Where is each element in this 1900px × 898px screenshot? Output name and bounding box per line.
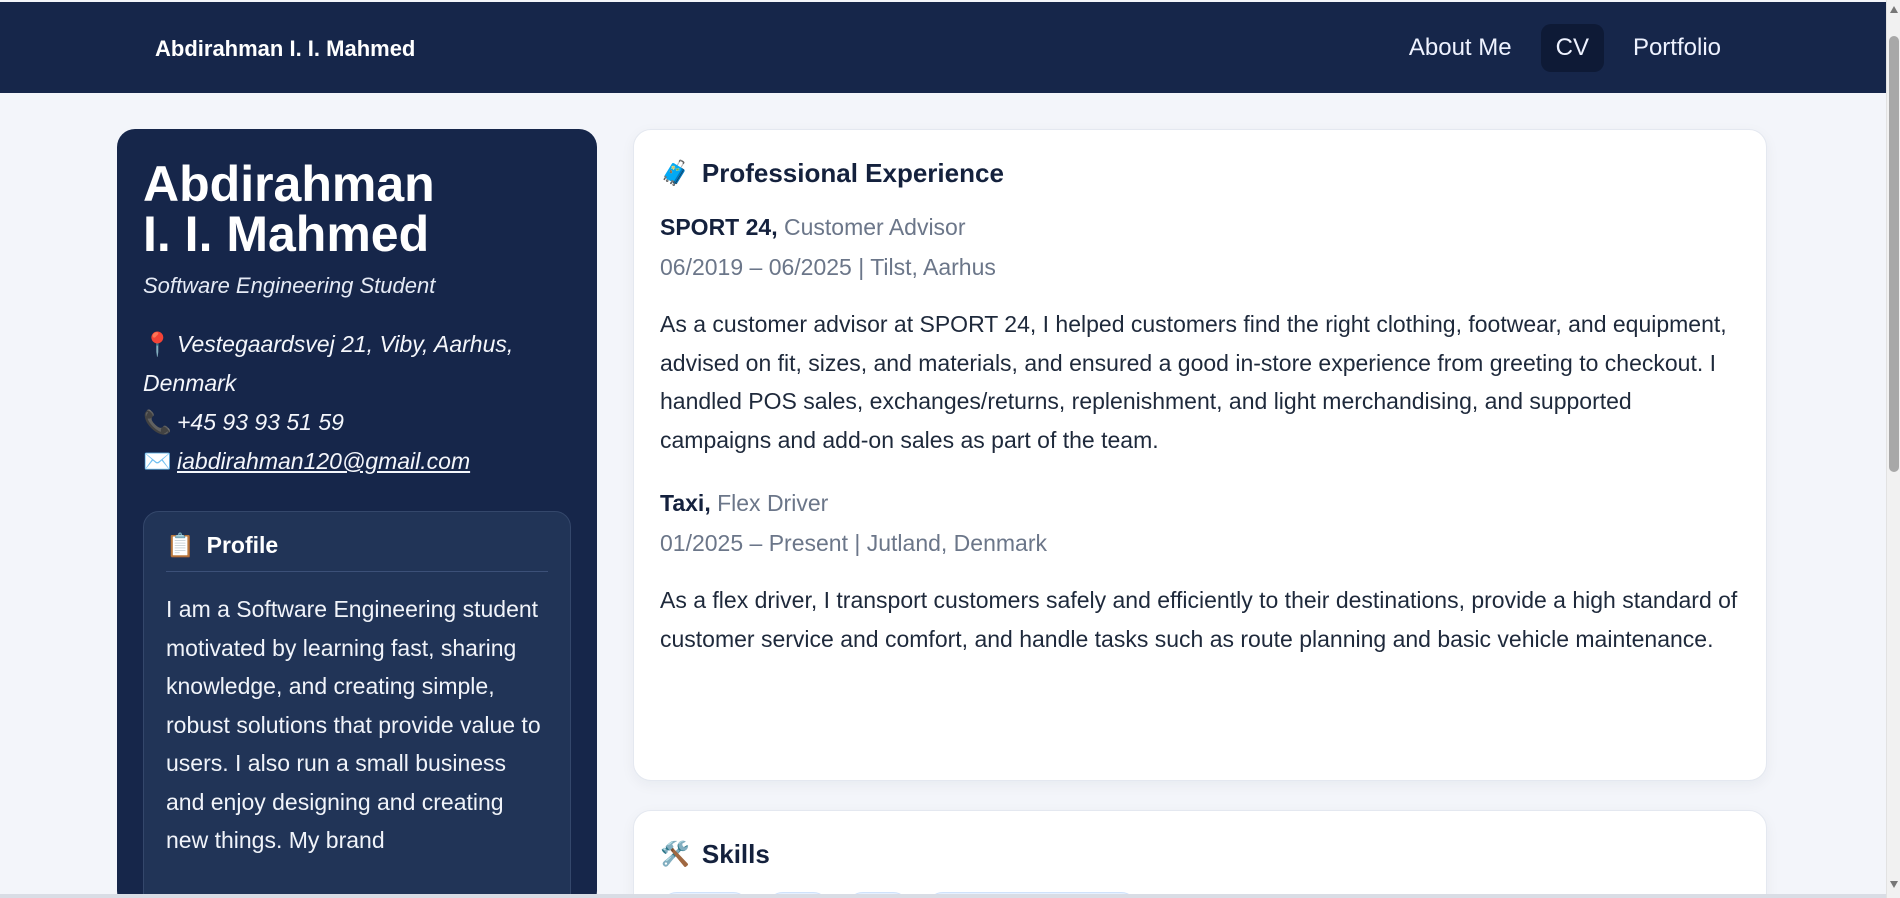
- main-nav: About Me CV Portfolio: [1394, 24, 1736, 72]
- contact-info: 📍 Vestegaardsvej 21, Viby, Aarhus, Denmar…: [143, 325, 571, 481]
- profile-sidebar: Abdirahman I. I. Mahmed Software Enginee…: [117, 129, 597, 898]
- job-entry: SPORT 24, Customer Advisor 06/2019 – 06/…: [660, 207, 1740, 459]
- profile-text: I am a Software Engineering student moti…: [166, 596, 541, 853]
- skills-heading: 🛠️ Skills: [660, 839, 1740, 870]
- location-pin-icon: 📍: [143, 331, 172, 357]
- viewport-bottom-edge: [0, 894, 1886, 898]
- job-title-line: Taxi, Flex Driver: [660, 483, 1740, 523]
- name-line-1: Abdirahman: [143, 156, 435, 212]
- position-name: Customer Advisor: [784, 214, 966, 240]
- job-dates-location: 01/2025 – Present | Jutland, Denmark: [660, 530, 1047, 556]
- address-text: Vestegaardsvej 21, Viby, Aarhus, Denmark: [143, 331, 514, 396]
- scroll-up-arrow-icon[interactable]: [1890, 6, 1898, 13]
- scrollbar-thumb[interactable]: [1889, 36, 1899, 472]
- job-title-line: SPORT 24, Customer Advisor: [660, 207, 1740, 247]
- experience-section: 🧳 Professional Experience SPORT 24, Cust…: [633, 129, 1767, 781]
- experience-heading: 🧳 Professional Experience: [660, 158, 1740, 189]
- envelope-icon: ✉️: [143, 448, 172, 474]
- employer-name: Taxi,: [660, 490, 711, 516]
- skills-section: 🛠️ Skills: [633, 810, 1767, 898]
- vertical-scrollbar[interactable]: [1886, 0, 1900, 898]
- profile-title: Profile: [206, 532, 279, 558]
- job-description: As a customer advisor at SPORT 24, I hel…: [660, 311, 1727, 453]
- nav-cv[interactable]: CV: [1540, 24, 1604, 72]
- profile-section: 📋 Profile I am a Software Engineering st…: [143, 511, 571, 898]
- job-role: Software Engineering Student: [143, 273, 436, 298]
- tools-icon: 🛠️: [660, 841, 690, 868]
- name-line-2: I. I. Mahmed: [143, 206, 430, 262]
- experience-title: Professional Experience: [701, 158, 1004, 188]
- profile-heading: 📋 Profile: [166, 532, 548, 572]
- skills-title: Skills: [701, 839, 770, 869]
- nav-portfolio[interactable]: Portfolio: [1618, 24, 1736, 72]
- scroll-down-arrow-icon[interactable]: [1890, 881, 1898, 888]
- address-row: 📍 Vestegaardsvej 21, Viby, Aarhus, Denmar…: [143, 325, 571, 403]
- email-link[interactable]: iabdirahman120@gmail.com: [177, 448, 470, 474]
- email-row: ✉️ iabdirahman120@gmail.com: [143, 442, 571, 481]
- luggage-icon: 🧳: [660, 160, 690, 187]
- job-dates-location: 06/2019 – 06/2025 | Tilst, Aarhus: [660, 254, 996, 280]
- clipboard-icon: 📋: [166, 532, 195, 558]
- job-description: As a flex driver, I transport customers …: [660, 587, 1738, 652]
- position-name: Flex Driver: [717, 490, 829, 516]
- phone-row: 📞 +45 93 93 51 59: [143, 403, 571, 442]
- brand-name[interactable]: Abdirahman I. I. Mahmed: [155, 36, 415, 62]
- full-name: Abdirahman I. I. Mahmed: [143, 159, 483, 259]
- employer-name: SPORT 24,: [660, 214, 778, 240]
- phone-icon: 📞: [143, 409, 172, 435]
- job-entry: Taxi, Flex Driver 01/2025 – Present | Ju…: [660, 483, 1740, 658]
- phone-text: +45 93 93 51 59: [177, 409, 344, 435]
- nav-about-me[interactable]: About Me: [1394, 24, 1527, 72]
- top-navbar: Abdirahman I. I. Mahmed About Me CV Port…: [0, 2, 1886, 93]
